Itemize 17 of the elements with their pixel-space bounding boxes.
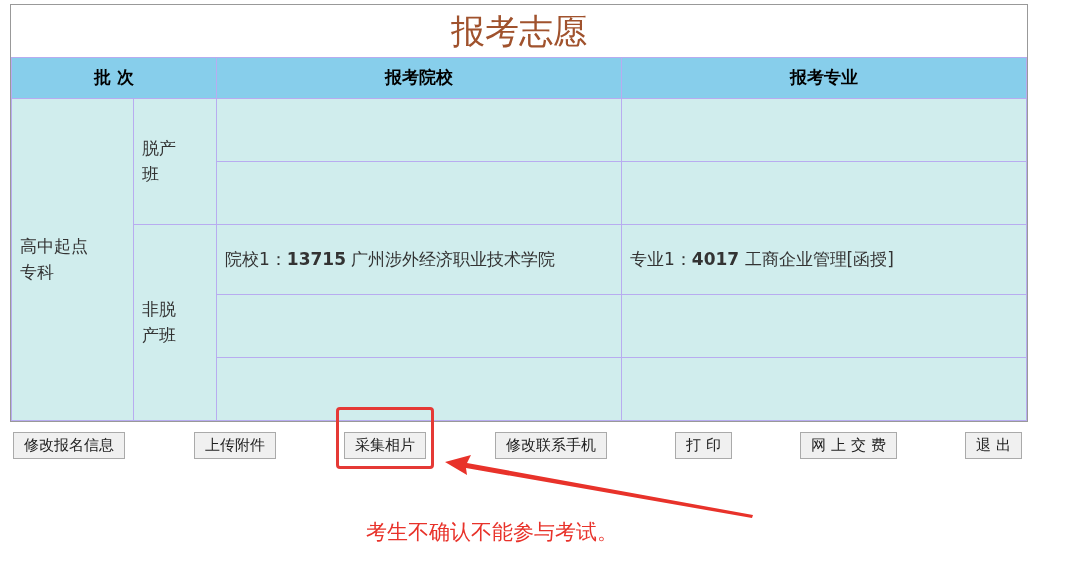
column-header: 批 次 [11,57,217,99]
form-button[interactable]: 上传附件 [193,432,276,459]
page-title: 报考志愿 [451,9,587,53]
class-cell: 脱产班 [133,98,217,225]
form-button[interactable]: 退 出 [965,432,1022,459]
form-button[interactable]: 打 印 [675,432,732,459]
column-header: 报考院校 [216,57,622,99]
form-button[interactable]: 采集相片 [344,432,427,459]
column-header: 报考专业 [621,57,1027,99]
annotation-text: 考生不确认不能参与考试。 [366,519,618,546]
major-cell: 专业1：4017 工商企业管理[函授] [621,224,1027,295]
form-button[interactable]: 网 上 交 费 [800,432,897,459]
form-button[interactable]: 修改联系手机 [494,432,607,459]
school-cell: 院校1：13715 广州涉外经济职业技术学院 [216,224,622,295]
class-cell: 非脱产班 [133,224,217,421]
batch-cell: 高中起点专科 [11,98,134,421]
form-button[interactable]: 修改报名信息 [13,432,125,459]
